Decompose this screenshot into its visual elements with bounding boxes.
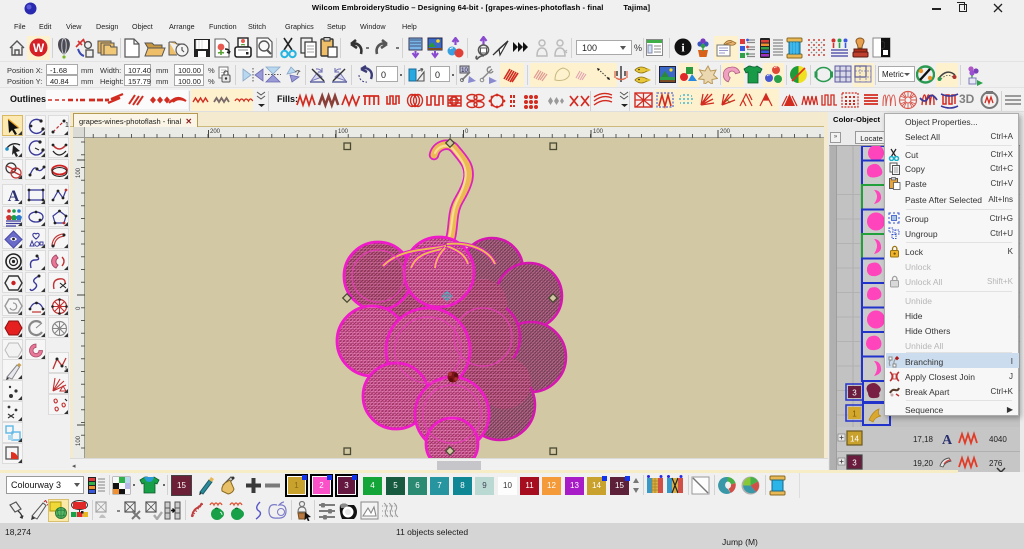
svg-text:4040: 4040 <box>989 435 1007 444</box>
svg-text:1: 1 <box>65 122 69 129</box>
svg-text:200: 200 <box>210 129 221 135</box>
svg-text:19,20: 19,20 <box>913 459 934 468</box>
svg-text:1: 1 <box>64 366 68 373</box>
svg-text:1: 1 <box>852 410 857 419</box>
svg-text:10: 10 <box>461 68 468 74</box>
svg-text:3: 3 <box>852 459 857 468</box>
svg-text:A: A <box>8 188 20 205</box>
svg-text:100: 100 <box>593 129 604 135</box>
svg-text:0: 0 <box>76 306 82 310</box>
svg-text:W: W <box>33 41 45 55</box>
svg-text:100: 100 <box>76 167 82 178</box>
svg-text:3: 3 <box>852 389 857 398</box>
svg-text:17,18: 17,18 <box>913 435 934 444</box>
svg-text:14: 14 <box>850 435 859 444</box>
svg-text:100: 100 <box>76 435 82 446</box>
svg-text:A: A <box>942 433 953 448</box>
svg-text:100: 100 <box>338 129 349 135</box>
svg-text:0: 0 <box>465 129 469 135</box>
svg-text:276: 276 <box>989 459 1003 468</box>
svg-text:200: 200 <box>720 129 731 135</box>
